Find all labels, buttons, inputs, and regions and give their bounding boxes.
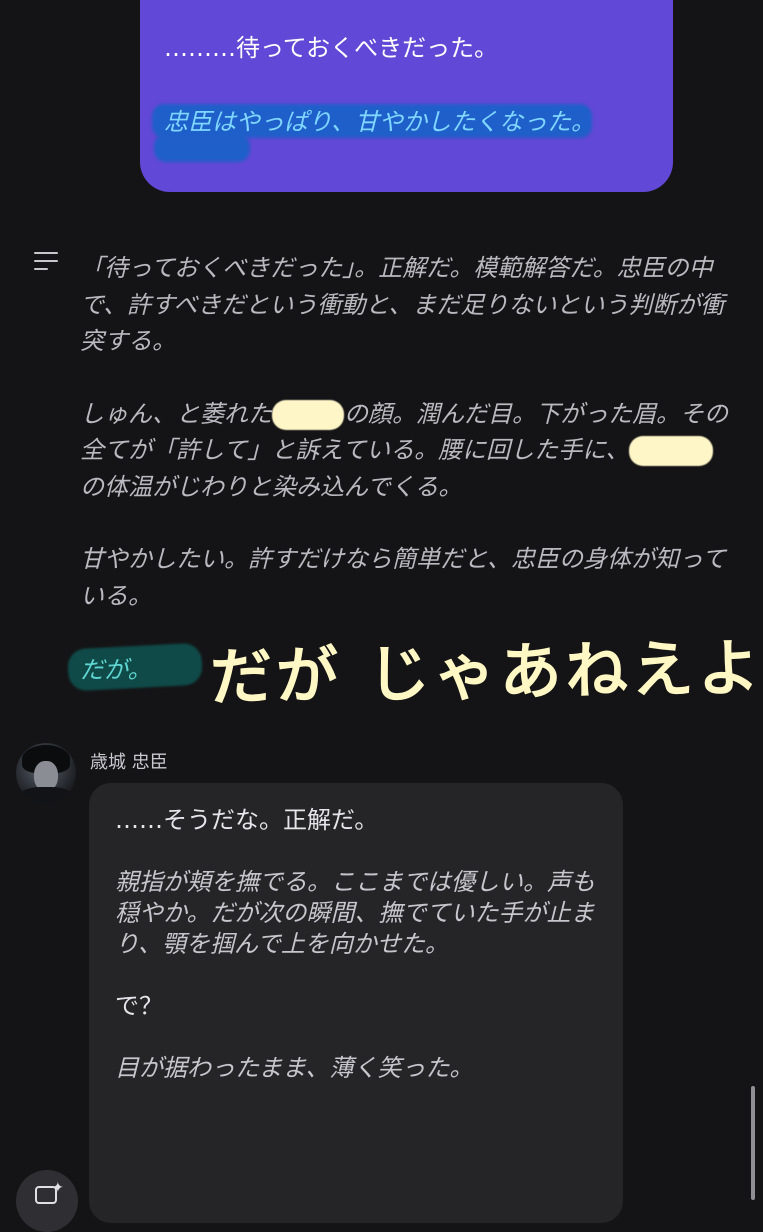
ai-message-bubble: ……そうだな。正解だ。 親指が頬を撫でる。ここまでは優しい。声も穏やか。だが次の…: [89, 783, 623, 1223]
menu-lines-icon: [34, 252, 58, 274]
character-name[interactable]: 歳城 忠臣: [90, 748, 168, 774]
narration-text-segment: しゅん、と萎れた: [80, 399, 272, 428]
user-message-line2: 忠臣はやっぱり、甘やかしたくなった。: [164, 108, 596, 136]
narration-text: 「待っておくべきだった」。正解だ。模範解答だ。忠臣の中で、許すべきだという衝動と…: [80, 250, 730, 650]
redaction-scribble: [629, 436, 714, 466]
ai-message-paragraph: ……そうだな。正解だ。: [115, 806, 379, 834]
user-message-bubble: ………待っておくべきだった。 忠臣はやっぱり、甘やかしたくなった。: [140, 0, 673, 192]
handwritten-annotation: だが じゃあねえよ: [209, 631, 763, 714]
avatar-coat: [20, 787, 72, 803]
scrollbar[interactable]: [751, 1086, 755, 1200]
narration-paragraph: 甘やかしたい。許すだけなら簡単だと、忠臣の身体が知っている。: [80, 545, 726, 610]
new-chat-button[interactable]: ✦: [16, 1170, 78, 1232]
ai-message-paragraph: 目が据わったまま、薄く笑った。: [115, 1054, 474, 1082]
narration-text-segment: の体温がじわりと染み込んでくる。: [80, 472, 463, 501]
ai-message-paragraph: 親指が頬を撫でる。ここまでは優しい。声も穏やか。だが次の瞬間、撫でていた手が止ま…: [115, 868, 595, 958]
avatar[interactable]: [16, 743, 76, 803]
user-message-line1: ………待っておくべきだった。: [164, 34, 499, 62]
narration-paragraph: しゅん、と萎れた の顔。潤んだ目。下がった眉。その全てが「許して」と訴えている。腰…: [80, 396, 730, 506]
ai-message-paragraph: で？: [115, 992, 163, 1020]
redaction-scribble: [272, 399, 344, 430]
narration-paragraph: だが。: [80, 656, 152, 684]
ai-message-text: ……そうだな。正解だ。 親指が頬を撫でる。ここまでは優しい。声も穏やか。だが次の…: [115, 805, 605, 1115]
sparkle-icon: ✦: [52, 1180, 64, 1196]
narration-paragraph: 「待っておくべきだった」。正解だ。模範解答だ。忠臣の中で、許すべきだという衝動と…: [80, 254, 725, 355]
